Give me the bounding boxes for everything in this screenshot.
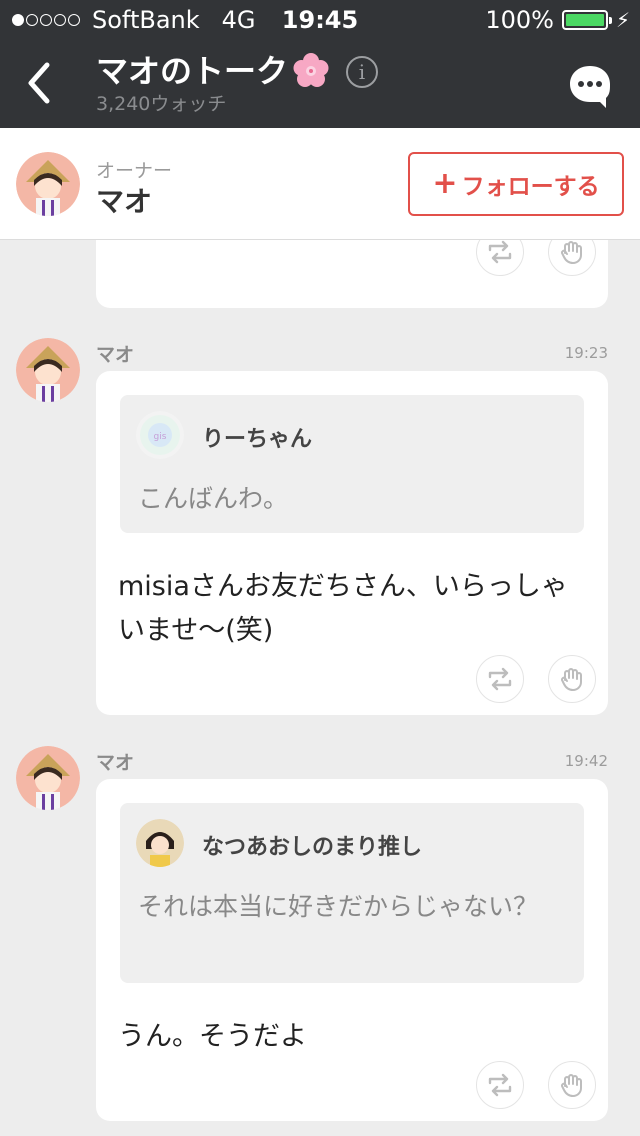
post-author-avatar[interactable] <box>16 746 80 810</box>
cherry-blossom-icon <box>293 53 329 87</box>
post-author-name: マオ <box>96 752 135 774</box>
status-right: 100% ⚡ <box>485 0 630 40</box>
hand-icon <box>561 241 582 264</box>
follow-button[interactable]: + フォローする <box>408 152 624 216</box>
repost-button[interactable] <box>476 655 524 703</box>
quoted-message[interactable]: gis りーちゃん こんばんわ。 <box>120 395 584 533</box>
battery-percent: 100% <box>485 6 554 34</box>
chat-button[interactable] <box>566 62 614 110</box>
repost-button[interactable] <box>476 240 524 276</box>
speech-bubble-icon <box>570 66 610 108</box>
charging-icon: ⚡ <box>615 8 630 32</box>
follow-button-label: フォローする <box>461 174 600 200</box>
plus-icon: + <box>432 166 458 201</box>
svg-text:gis: gis <box>154 432 167 442</box>
post-card-previous <box>96 240 608 308</box>
chevron-left-icon <box>28 62 50 104</box>
like-button[interactable] <box>548 1061 596 1109</box>
back-button[interactable] <box>14 58 64 108</box>
hand-icon <box>561 668 582 691</box>
repost-icon <box>488 240 512 264</box>
watch-count: 3,240ウォッチ <box>96 93 227 115</box>
like-button[interactable] <box>548 655 596 703</box>
owner-bar: オーナー マオ + フォローする <box>0 128 640 240</box>
quoted-text: それは本当に好きだからじゃない？ <box>138 892 539 921</box>
nav-bar: マオのトーク 3,240ウォッチ i <box>0 40 640 128</box>
page-title-text: マオのトーク <box>96 52 289 90</box>
owner-avatar[interactable] <box>16 152 80 216</box>
quoted-user-name: なつあおしのまり推し <box>202 835 423 860</box>
post-timestamp: 19:42 <box>564 752 608 770</box>
repost-button[interactable] <box>476 1061 524 1109</box>
hand-icon <box>561 1074 582 1097</box>
repost-icon <box>488 1073 512 1097</box>
like-button[interactable] <box>548 240 596 276</box>
post-card: なつあおしのまり推し それは本当に好きだからじゃない？ うん。そうだよ <box>96 779 608 1121</box>
post-author-avatar[interactable] <box>16 338 80 402</box>
post-body: うん。そうだよ <box>118 1021 307 1052</box>
post-author-name: マオ <box>96 344 135 366</box>
owner-name: マオ <box>96 185 153 218</box>
quoted-message[interactable]: なつあおしのまり推し それは本当に好きだからじゃない？ <box>120 803 584 983</box>
info-icon[interactable]: i <box>346 56 378 88</box>
page-title: マオのトーク <box>96 50 330 92</box>
battery-icon <box>561 10 612 30</box>
quoted-user-avatar <box>136 819 184 867</box>
nav-title-group: マオのトーク 3,240ウォッチ <box>96 50 330 116</box>
post-timestamp: 19:23 <box>564 344 608 362</box>
timeline[interactable]: マオ 19:23 gis りーちゃん こんばんわ。 misiaさんお友だちさん、… <box>0 240 640 1136</box>
quoted-text: こんばんわ。 <box>138 484 289 513</box>
post-body: misiaさんお友だちさん、いらっしゃいませ〜(笑) <box>118 571 568 646</box>
owner-role-label: オーナー <box>96 160 173 182</box>
post-card: gis りーちゃん こんばんわ。 misiaさんお友だちさん、いらっしゃいませ〜… <box>96 371 608 715</box>
quoted-user-name: りーちゃん <box>202 427 313 452</box>
repost-icon <box>488 667 512 691</box>
status-bar: SoftBank 4G 19:45 100% ⚡ <box>0 0 640 40</box>
quoted-user-avatar: gis <box>136 411 184 459</box>
